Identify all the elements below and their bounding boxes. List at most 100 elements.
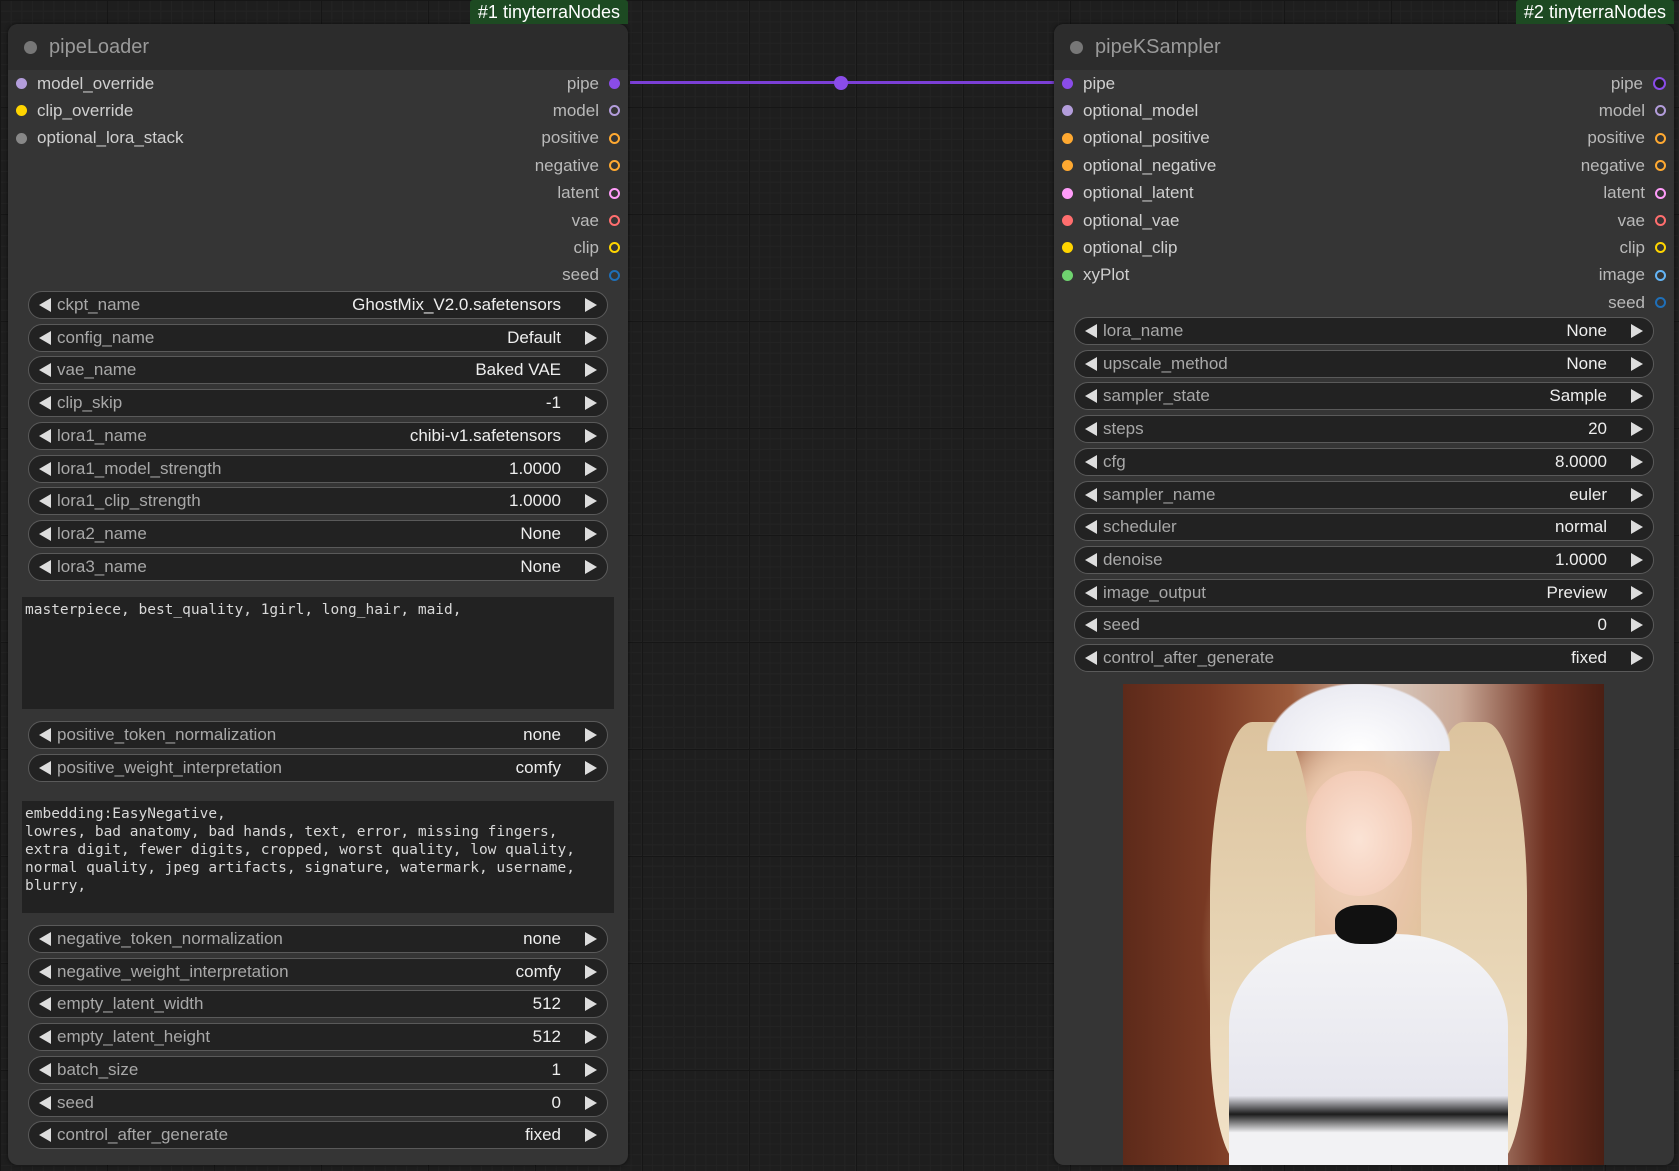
widget-value[interactable]: euler bbox=[1569, 485, 1607, 505]
pipe-ksampler-node[interactable]: #2 tinyterraNodes pipeKSampler pipe pipe o… bbox=[1054, 0, 1674, 1165]
widget-negative-weight-interpretation[interactable]: negative_weight_interpretation comfy bbox=[28, 957, 608, 986]
input-slot-xyplot[interactable]: xyPlot bbox=[1062, 262, 1129, 289]
widget-value[interactable]: comfy bbox=[516, 758, 561, 778]
input-slot-optional-positive[interactable]: optional_positive bbox=[1062, 125, 1210, 152]
decrement-arrow-icon[interactable] bbox=[39, 1128, 51, 1143]
decrement-arrow-icon[interactable] bbox=[39, 932, 51, 946]
input-connector-icon[interactable] bbox=[1062, 215, 1073, 226]
widget-value[interactable]: 1.0000 bbox=[509, 459, 561, 479]
increment-arrow-icon[interactable] bbox=[585, 932, 597, 946]
widget-positive-weight-interpretation[interactable]: positive_weight_interpretation comfy bbox=[28, 753, 608, 782]
widget-positive-token-normalization[interactable]: positive_token_normalization none bbox=[28, 721, 608, 749]
decrement-arrow-icon[interactable] bbox=[39, 330, 51, 345]
widget-upscale-method[interactable]: upscale_method None bbox=[1074, 349, 1654, 378]
increment-arrow-icon[interactable] bbox=[585, 330, 597, 345]
positive-prompt-textarea[interactable]: masterpiece, best_quality, 1girl, long_h… bbox=[22, 597, 614, 709]
decrement-arrow-icon[interactable] bbox=[1085, 520, 1097, 535]
decrement-arrow-icon[interactable] bbox=[1085, 585, 1097, 600]
widget-config-name[interactable]: config_name Default bbox=[28, 323, 608, 352]
input-connector-icon[interactable] bbox=[16, 78, 27, 89]
output-slot-image[interactable]: image bbox=[1599, 262, 1666, 289]
widget-value[interactable]: 1.0000 bbox=[1555, 550, 1607, 570]
widget-empty-latent-width[interactable]: empty_latent_width 512 bbox=[28, 990, 608, 1019]
collapse-toggle-icon[interactable] bbox=[24, 40, 37, 54]
input-slot-optional-clip[interactable]: optional_clip bbox=[1062, 234, 1178, 261]
output-slot-model[interactable]: model bbox=[553, 97, 620, 124]
widget-value[interactable]: Baked VAE bbox=[475, 360, 561, 380]
widget-clip-skip[interactable]: clip_skip -1 bbox=[28, 389, 608, 418]
increment-arrow-icon[interactable] bbox=[585, 728, 597, 742]
output-slot-latent[interactable]: latent bbox=[1603, 180, 1666, 207]
link-midpoint-handle[interactable] bbox=[834, 76, 848, 90]
increment-arrow-icon[interactable] bbox=[1631, 324, 1643, 338]
output-connector-icon[interactable] bbox=[1655, 242, 1666, 254]
decrement-arrow-icon[interactable] bbox=[39, 428, 51, 443]
input-connector-icon[interactable] bbox=[1062, 105, 1073, 117]
input-connector-icon[interactable] bbox=[1062, 132, 1073, 144]
widget-value[interactable]: 0 bbox=[552, 1093, 561, 1113]
increment-arrow-icon[interactable] bbox=[1631, 389, 1643, 404]
input-slot-optional-latent[interactable]: optional_latent bbox=[1062, 180, 1194, 207]
widget-cfg[interactable]: cfg 8.0000 bbox=[1074, 447, 1654, 476]
widget-steps[interactable]: steps 20 bbox=[1074, 415, 1654, 444]
decrement-arrow-icon[interactable] bbox=[1085, 356, 1097, 371]
widget-value[interactable]: None bbox=[1566, 321, 1607, 341]
input-slot-optional-model[interactable]: optional_model bbox=[1062, 97, 1198, 124]
output-slot-positive[interactable]: positive bbox=[541, 125, 620, 152]
increment-arrow-icon[interactable] bbox=[1631, 487, 1643, 502]
decrement-arrow-icon[interactable] bbox=[1085, 454, 1097, 469]
widget-value[interactable]: 512 bbox=[533, 1027, 561, 1047]
widget-negative-token-normalization[interactable]: negative_token_normalization none bbox=[28, 925, 608, 953]
output-slot-model[interactable]: model bbox=[1599, 97, 1666, 124]
increment-arrow-icon[interactable] bbox=[1631, 651, 1643, 665]
decrement-arrow-icon[interactable] bbox=[39, 1030, 51, 1045]
widget-lora1-model-strength[interactable]: lora1_model_strength 1.0000 bbox=[28, 454, 608, 483]
widget-value[interactable]: normal bbox=[1555, 517, 1607, 537]
decrement-arrow-icon[interactable] bbox=[39, 363, 51, 378]
output-connector-icon[interactable] bbox=[1655, 269, 1666, 281]
increment-arrow-icon[interactable] bbox=[585, 526, 597, 541]
increment-arrow-icon[interactable] bbox=[1631, 520, 1643, 535]
widget-control-after-generate[interactable]: control_after_generate fixed bbox=[1074, 644, 1654, 672]
output-connector-icon[interactable] bbox=[609, 160, 620, 172]
widget-value[interactable]: 1 bbox=[552, 1060, 561, 1080]
increment-arrow-icon[interactable] bbox=[585, 428, 597, 443]
widget-value[interactable]: comfy bbox=[516, 962, 561, 982]
decrement-arrow-icon[interactable] bbox=[39, 494, 51, 509]
output-slot-negative[interactable]: negative bbox=[1581, 152, 1666, 179]
widget-sampler-name[interactable]: sampler_name euler bbox=[1074, 480, 1654, 509]
negative-prompt-textarea[interactable]: embedding:EasyNegative, lowres, bad anat… bbox=[22, 801, 614, 913]
widget-value[interactable]: chibi-v1.safetensors bbox=[410, 426, 561, 446]
output-connector-icon[interactable] bbox=[1655, 105, 1666, 117]
increment-arrow-icon[interactable] bbox=[1631, 618, 1643, 633]
widget-value[interactable]: 1.0000 bbox=[509, 491, 561, 511]
widget-value[interactable]: fixed bbox=[525, 1125, 561, 1145]
input-connector-icon[interactable] bbox=[1062, 269, 1073, 281]
decrement-arrow-icon[interactable] bbox=[1085, 389, 1097, 404]
decrement-arrow-icon[interactable] bbox=[1085, 651, 1097, 665]
output-connector-icon[interactable] bbox=[1655, 132, 1666, 144]
widget-lora3-name[interactable]: lora3_name None bbox=[28, 552, 608, 581]
widget-value[interactable]: GhostMix_V2.0.safetensors bbox=[352, 295, 561, 315]
pipe-loader-node[interactable]: #1 tinyterraNodes pipeLoader model_overr… bbox=[8, 0, 628, 1165]
widget-denoise[interactable]: denoise 1.0000 bbox=[1074, 545, 1654, 574]
increment-arrow-icon[interactable] bbox=[1631, 422, 1643, 437]
widget-vae-name[interactable]: vae_name Baked VAE bbox=[28, 356, 608, 385]
output-connector-icon[interactable] bbox=[1655, 215, 1666, 226]
input-slot-model-override[interactable]: model_override bbox=[16, 70, 154, 97]
input-slot-optional-vae[interactable]: optional_vae bbox=[1062, 207, 1179, 234]
decrement-arrow-icon[interactable] bbox=[39, 461, 51, 476]
output-slot-positive[interactable]: positive bbox=[1587, 125, 1666, 152]
decrement-arrow-icon[interactable] bbox=[1085, 618, 1097, 633]
decrement-arrow-icon[interactable] bbox=[1085, 487, 1097, 502]
decrement-arrow-icon[interactable] bbox=[39, 559, 51, 574]
input-connector-icon[interactable] bbox=[1062, 187, 1073, 199]
widget-lora-name[interactable]: lora_name None bbox=[1074, 317, 1654, 345]
widget-seed[interactable]: seed 0 bbox=[28, 1088, 608, 1117]
decrement-arrow-icon[interactable] bbox=[1085, 324, 1097, 338]
collapse-toggle-icon[interactable] bbox=[1070, 40, 1083, 54]
decrement-arrow-icon[interactable] bbox=[39, 964, 51, 979]
output-slot-clip[interactable]: clip bbox=[573, 234, 620, 261]
increment-arrow-icon[interactable] bbox=[585, 1128, 597, 1143]
output-slot-pipe[interactable]: pipe bbox=[567, 70, 620, 97]
